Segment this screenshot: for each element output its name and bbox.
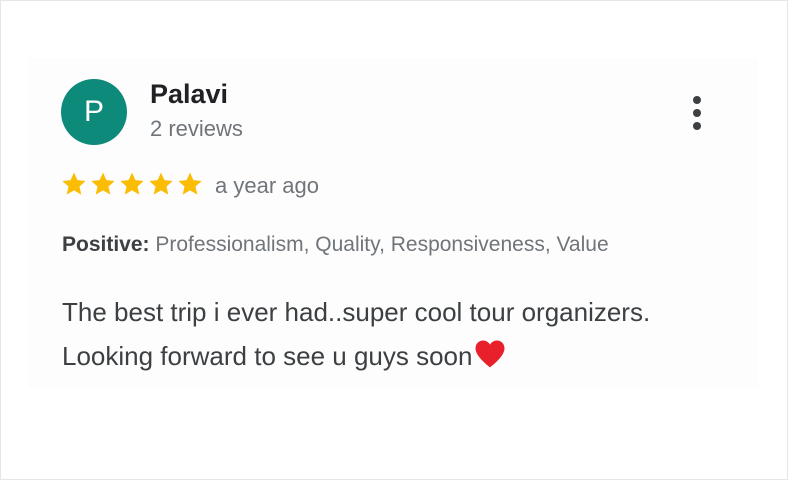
review-text-line: The best trip i ever had..super cool tou… — [62, 297, 651, 327]
star-icon — [176, 170, 204, 200]
attributes-label: Positive: — [62, 233, 150, 256]
review-text: The best trip i ever had..super cool tou… — [62, 290, 742, 378]
star-icon — [147, 170, 175, 200]
author-name[interactable]: Palavi — [150, 79, 228, 110]
star-rating — [60, 170, 204, 200]
heart-icon — [474, 339, 506, 369]
star-icon — [118, 170, 146, 200]
attributes-value: Professionalism, Quality, Responsiveness… — [155, 233, 609, 256]
more-options-button[interactable] — [682, 92, 712, 134]
review-attributes: Positive: Professionalism, Quality, Resp… — [62, 233, 609, 257]
review-time: a year ago — [215, 173, 319, 198]
star-icon — [60, 170, 88, 200]
review-text-line2: Looking forward to see u guys soon — [62, 341, 473, 371]
review-text-line: Looking forward to see u guys soon — [62, 334, 742, 378]
review-count: 2 reviews — [150, 116, 243, 141]
star-icon — [89, 170, 117, 200]
avatar[interactable]: P — [61, 79, 127, 145]
